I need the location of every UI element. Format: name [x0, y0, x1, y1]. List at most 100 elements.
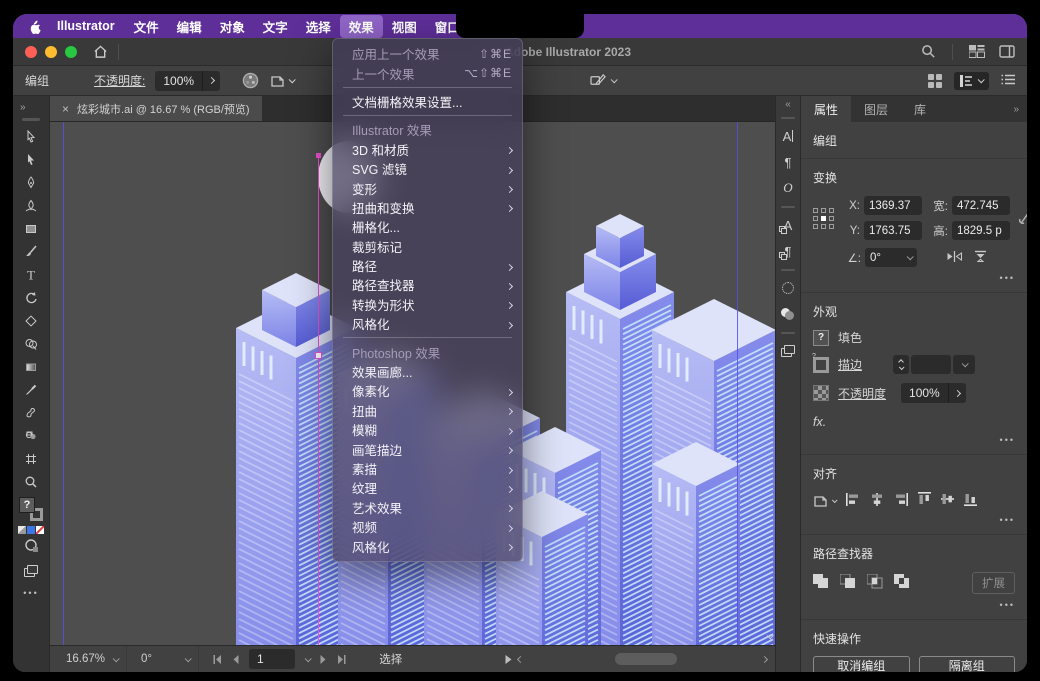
screen-mode-icon[interactable] [24, 565, 38, 577]
pathfinder-minus-front-icon[interactable] [840, 574, 857, 592]
eyedropper-tool[interactable] [13, 378, 49, 401]
flip-vertical-icon[interactable] [974, 250, 987, 266]
last-artboard-icon[interactable] [337, 655, 346, 664]
previous-artboard-icon[interactable] [232, 655, 239, 664]
selection-corner-handle[interactable] [316, 153, 321, 158]
opacity-value[interactable]: 100% [155, 74, 202, 88]
menubar-app-name[interactable]: Illustrator [47, 17, 125, 35]
fill-label[interactable]: 填色 [838, 329, 862, 346]
shape-builder-tool[interactable] [13, 332, 49, 355]
dock-grip-2[interactable] [781, 206, 795, 208]
selection-tool[interactable] [13, 125, 49, 148]
fill-swatch[interactable]: ? [813, 330, 829, 346]
stroke-swatch[interactable] [813, 357, 829, 373]
align-top-icon[interactable] [918, 492, 931, 509]
align-center-vertical-icon[interactable] [941, 492, 954, 509]
pathfinder-more-options[interactable]: ••• [1000, 600, 1015, 610]
constrain-proportions-icon[interactable] [1018, 209, 1027, 228]
zoom-level-control[interactable]: 16.67% [58, 646, 127, 672]
menubar-item-编辑[interactable]: 编辑 [168, 15, 211, 38]
workspace-grid-icon[interactable] [928, 74, 942, 88]
search-icon[interactable] [921, 44, 936, 59]
rotation-angle-field[interactable]: 0° [865, 248, 917, 267]
expand-button[interactable]: 扩展 [972, 572, 1015, 594]
artboards-panel-icon[interactable] [776, 338, 800, 364]
close-window-button[interactable] [25, 46, 37, 58]
rotation-control[interactable]: 0° [133, 646, 199, 672]
rectangle-tool[interactable] [13, 217, 49, 240]
panel-dock-toggle[interactable] [954, 72, 989, 90]
menu-item-栅格化...[interactable]: 栅格化... [333, 217, 522, 236]
character-panel-icon[interactable]: A [776, 123, 800, 149]
close-tab-icon[interactable]: × [62, 102, 69, 116]
zoom-window-button[interactable] [65, 46, 77, 58]
toolbar-collapse-icon[interactable]: » [13, 96, 49, 118]
artboard-number-field[interactable]: 1 [249, 649, 295, 669]
align-right-icon[interactable] [894, 493, 908, 509]
artboard-number[interactable]: 1 [249, 652, 291, 666]
y-field[interactable]: 1763.75 [864, 221, 922, 240]
stroke-weight-stepper[interactable] [893, 355, 909, 374]
artboard-tool[interactable] [13, 447, 49, 470]
panel-more-icon[interactable]: » [1013, 96, 1027, 122]
menubar-item-文件[interactable]: 文件 [125, 15, 168, 38]
menubar-item-对象[interactable]: 对象 [211, 15, 254, 38]
x-field[interactable]: 1369.37 [864, 196, 922, 215]
opentype-panel-icon[interactable]: O [776, 175, 800, 201]
selection-mid-handle[interactable] [315, 352, 322, 359]
none-swatch[interactable] [36, 526, 44, 534]
menu-item-视频[interactable]: 视频 [333, 517, 522, 536]
opacity-checker-icon[interactable] [813, 385, 829, 401]
tab-libraries[interactable]: 库 [901, 96, 939, 122]
menu-item-效果画廊...[interactable]: 效果画廊... [333, 362, 522, 381]
menu-item-素描[interactable]: 素描 [333, 459, 522, 478]
curvature-tool[interactable] [13, 194, 49, 217]
height-field[interactable]: 1829.5 p [952, 221, 1010, 240]
stroke-weight-dropdown[interactable] [953, 355, 975, 374]
paintbrush-tool[interactable] [13, 240, 49, 263]
quick-action-取消编组[interactable]: 取消编组 [813, 656, 910, 672]
menu-item-纹理[interactable]: 纹理 [333, 478, 522, 497]
menu-item-路径[interactable]: 路径 [333, 256, 522, 275]
quick-action-隔离组[interactable]: 隔离组 [919, 656, 1016, 672]
character-styles-panel-icon[interactable]: A [776, 212, 800, 238]
pen-tool[interactable] [13, 171, 49, 194]
opacity-label[interactable]: 不透明度: [94, 72, 145, 89]
blend-tool[interactable] [13, 401, 49, 424]
selection-bounds-edge[interactable] [318, 155, 319, 645]
dock-collapse-icon[interactable]: « [785, 96, 791, 112]
opacity-dropdown-icon[interactable] [202, 71, 220, 91]
dock-grip[interactable] [781, 117, 795, 119]
dock-grip-3[interactable] [781, 269, 795, 271]
pathfinder-unite-icon[interactable] [813, 574, 830, 592]
align-more-options[interactable]: ••• [1000, 515, 1015, 525]
paragraph-panel-icon[interactable]: ¶ [776, 149, 800, 175]
next-artboard-icon[interactable] [320, 655, 327, 664]
zoom-tool[interactable] [13, 470, 49, 493]
rotation-value[interactable]: 0° [141, 653, 152, 665]
menu-list-icon[interactable] [1001, 74, 1015, 88]
panel-opacity-field[interactable]: 100% [901, 383, 966, 403]
apple-menu-icon[interactable] [21, 19, 47, 34]
drawing-mode-icon[interactable] [24, 539, 39, 558]
menu-item-3D 和材质[interactable]: 3D 和材质 [333, 140, 522, 159]
menu-item-文档栅格效果设置...[interactable]: 文档栅格效果设置... [333, 92, 522, 111]
align-center-horizontal-icon[interactable] [870, 493, 884, 509]
direct-selection-tool[interactable] [13, 148, 49, 171]
menu-item-像素化[interactable]: 像素化 [333, 381, 522, 400]
transparency-panel-icon[interactable] [776, 301, 800, 327]
hscroll-track[interactable] [529, 653, 756, 665]
scroll-right-icon[interactable] [761, 655, 768, 662]
tab-properties[interactable]: 属性 [801, 96, 851, 122]
menubar-item-文字[interactable]: 文字 [254, 15, 297, 38]
menu-item-艺术效果[interactable]: 艺术效果 [333, 498, 522, 517]
status-play-icon[interactable] [505, 655, 512, 664]
canvas-scroll-down-icon[interactable] [767, 626, 772, 644]
fill-proxy-icon[interactable]: ? [19, 497, 35, 513]
menu-item-扭曲和变换[interactable]: 扭曲和变换 [333, 198, 522, 217]
color-swatch[interactable] [18, 526, 26, 534]
gradient-swatch[interactable] [27, 526, 35, 534]
hscroll-thumb[interactable] [615, 653, 677, 665]
menubar-item-选择[interactable]: 选择 [297, 15, 340, 38]
width-field[interactable]: 472.745 [952, 196, 1010, 215]
